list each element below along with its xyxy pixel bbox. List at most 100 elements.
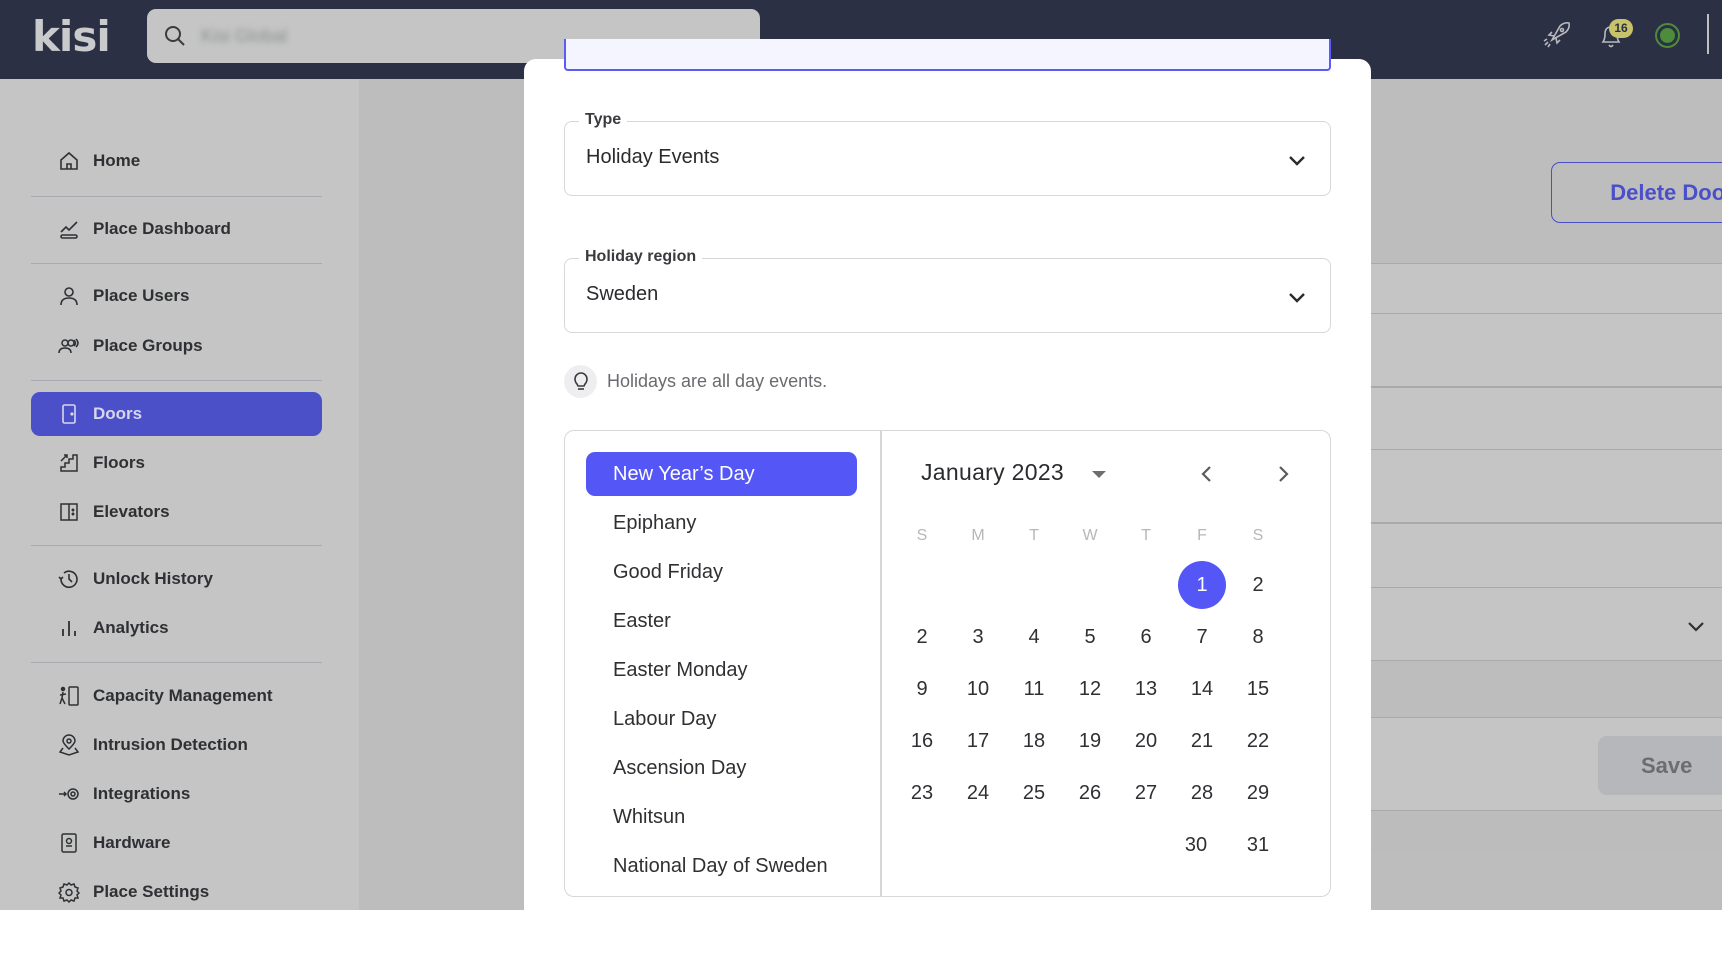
weekday-label: S: [916, 527, 928, 544]
sidebar-item-label: Analytics: [93, 618, 169, 637]
calendar-day[interactable]: 29: [1234, 769, 1282, 817]
type-select[interactable]: Type Holiday Events: [564, 111, 1331, 196]
weekday-label: F: [1197, 527, 1207, 544]
month-year-selector[interactable]: January 2023: [921, 459, 1064, 486]
weekday-label: W: [1082, 527, 1098, 544]
sidebar-item-capacity-management[interactable]: Capacity Management: [31, 674, 322, 718]
chart-line-icon: [60, 221, 78, 239]
sidebar-item-place-users[interactable]: Place Users: [31, 274, 322, 318]
sidebar-item-hardware[interactable]: Hardware: [31, 821, 322, 865]
calendar-day[interactable]: 2: [898, 613, 946, 661]
holiday-item[interactable]: Easter Monday: [586, 648, 857, 692]
calendar-day[interactable]: 4: [1010, 613, 1058, 661]
sidebar-item-intrusion-detection[interactable]: Intrusion Detection: [31, 723, 322, 767]
sidebar-divider: [31, 196, 322, 197]
sidebar-item-home[interactable]: Home: [31, 139, 322, 183]
sidebar-item-unlock-history[interactable]: Unlock History: [31, 557, 322, 601]
sidebar-item-place-groups[interactable]: Place Groups: [31, 324, 322, 368]
calendar-day[interactable]: 2: [1234, 561, 1282, 609]
chevron-left-icon[interactable]: [1194, 461, 1220, 487]
calendar-day[interactable]: 30: [1172, 821, 1220, 869]
app: kisi Kisi Global 16 Home Place Dashboard…: [0, 0, 1722, 910]
status-indicator[interactable]: [1655, 23, 1680, 48]
sidebar-item-label: Unlock History: [93, 569, 213, 588]
calendar-day[interactable]: 22: [1234, 717, 1282, 765]
calendar-day[interactable]: 28: [1178, 769, 1226, 817]
calendar-day[interactable]: 12: [1066, 665, 1114, 713]
lightbulb-icon: [564, 365, 597, 398]
calendar-day[interactable]: 31: [1234, 821, 1282, 869]
calendar-day[interactable]: 13: [1122, 665, 1170, 713]
calendar-day[interactable]: 3: [954, 613, 1002, 661]
sidebar-item-integrations[interactable]: Integrations: [31, 772, 322, 816]
chevron-right-icon[interactable]: [1270, 461, 1296, 487]
calendar-day[interactable]: 20: [1122, 717, 1170, 765]
elevator-icon: [60, 503, 78, 521]
calendar-day[interactable]: 17: [954, 717, 1002, 765]
calendar-day[interactable]: 23: [898, 769, 946, 817]
background-row: [1371, 810, 1722, 852]
sidebar-item-label: Hardware: [93, 833, 171, 852]
calendar-year: 2023: [1011, 459, 1065, 485]
weekday-label: S: [1252, 527, 1264, 544]
map-pin-icon: [58, 734, 80, 756]
calendar-day[interactable]: 16: [898, 717, 946, 765]
sidebar-item-label: Place Settings: [93, 882, 210, 901]
background-select[interactable]: [1340, 587, 1722, 661]
calendar-day[interactable]: 19: [1066, 717, 1114, 765]
delete-door-button[interactable]: Delete Door: [1551, 162, 1722, 223]
sidebar-item-elevators[interactable]: Elevators: [31, 490, 322, 534]
holiday-item[interactable]: Whitsun: [586, 795, 857, 839]
sidebar-item-label: Floors: [93, 453, 145, 472]
holiday-item[interactable]: Good Friday: [586, 550, 857, 594]
calendar-day[interactable]: 14: [1178, 665, 1226, 713]
calendar-day[interactable]: 10: [954, 665, 1002, 713]
calendar-day[interactable]: 21: [1178, 717, 1226, 765]
event-name-input[interactable]: [564, 39, 1331, 71]
calendar-day[interactable]: 18: [1010, 717, 1058, 765]
calendar-day[interactable]: 15: [1234, 665, 1282, 713]
background-field[interactable]: [1340, 449, 1722, 523]
chevron-down-icon[interactable]: [1685, 615, 1707, 637]
integration-gear-icon: [59, 788, 79, 800]
holiday-region-select[interactable]: Holiday region Sweden: [564, 248, 1331, 333]
calendar-day[interactable]: 6: [1122, 613, 1170, 661]
settings-icon: [58, 881, 80, 903]
calendar-day-selected[interactable]: 1: [1178, 561, 1226, 609]
stairs-icon: [60, 454, 78, 472]
door-icon: [62, 404, 76, 424]
rocket-icon[interactable]: [1540, 18, 1574, 52]
calendar-day[interactable]: 11: [1010, 665, 1058, 713]
capacity-icon: [59, 686, 79, 706]
caret-down-icon[interactable]: [1092, 471, 1106, 478]
background-field[interactable]: [1340, 313, 1722, 387]
holiday-item[interactable]: New Year’s Day: [586, 452, 857, 496]
sidebar-item-analytics[interactable]: Analytics: [31, 606, 322, 650]
sidebar-item-floors[interactable]: Floors: [31, 441, 322, 485]
save-button[interactable]: Save: [1598, 736, 1722, 795]
sidebar-item-doors[interactable]: Doors: [31, 392, 322, 436]
holiday-item[interactable]: Ascension Day: [586, 746, 857, 790]
holiday-region-label: Holiday region: [579, 248, 703, 266]
holiday-item[interactable]: National Day of Sweden: [586, 844, 857, 888]
sidebar-item-place-settings[interactable]: Place Settings: [31, 870, 322, 910]
calendar-day[interactable]: 25: [1010, 769, 1058, 817]
calendar-day[interactable]: 8: [1234, 613, 1282, 661]
calendar-day[interactable]: 5: [1066, 613, 1114, 661]
sidebar-item-place-dashboard[interactable]: Place Dashboard: [31, 207, 322, 251]
kisi-logo[interactable]: kisi: [32, 12, 111, 61]
calendar-day[interactable]: 9: [898, 665, 946, 713]
background-row: [1371, 523, 1722, 587]
holiday-item[interactable]: Easter: [586, 599, 857, 643]
sidebar-item-label: Integrations: [93, 784, 191, 803]
header-divider: [1707, 14, 1709, 54]
calendar-day[interactable]: 7: [1178, 613, 1226, 661]
holiday-item[interactable]: Labour Day: [586, 697, 857, 741]
calendar-day[interactable]: 27: [1122, 769, 1170, 817]
type-label: Type: [579, 111, 628, 129]
holiday-item[interactable]: Epiphany: [586, 501, 857, 545]
calendar-day[interactable]: 24: [954, 769, 1002, 817]
calendar-day[interactable]: 26: [1066, 769, 1114, 817]
hardware-icon: [61, 833, 77, 853]
calendar-month: January: [921, 459, 1005, 485]
